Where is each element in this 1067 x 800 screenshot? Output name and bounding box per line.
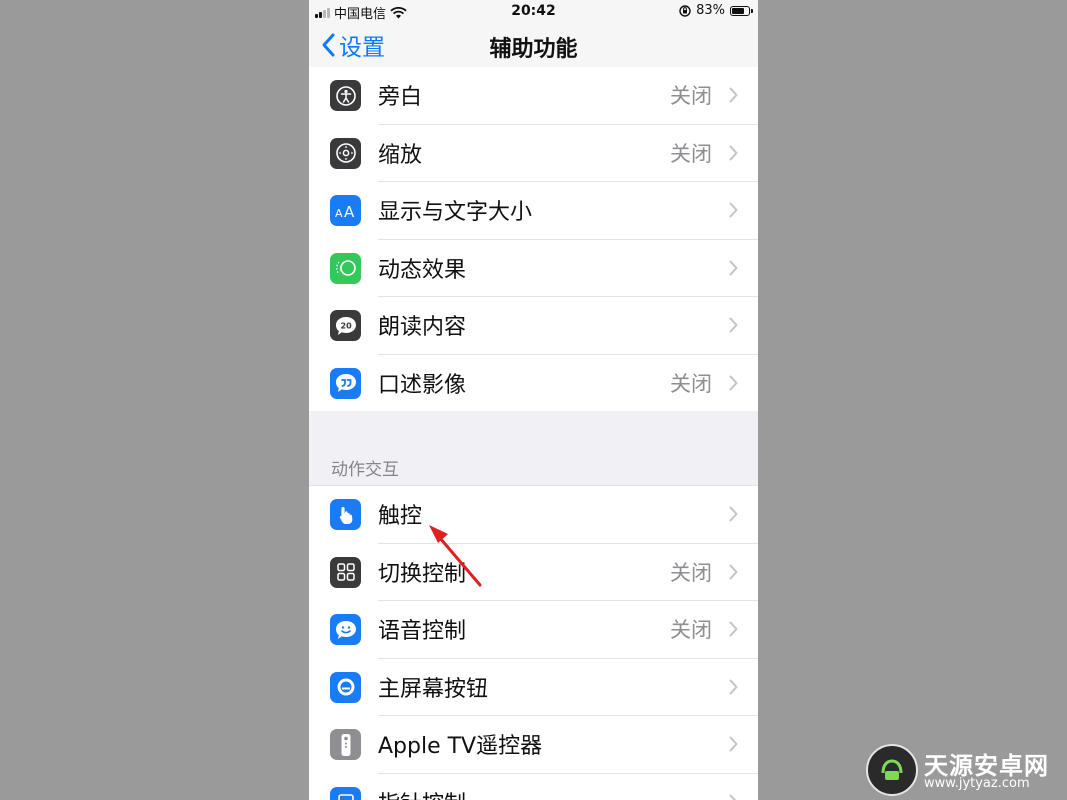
vision-group: 旁白 关闭 缩放 关闭 AA 显示与文字大小 动态效果 20 朗读内容 口述影像…	[309, 67, 758, 412]
chevron-right-icon	[729, 87, 738, 103]
status-right: 83%	[679, 3, 753, 18]
item-label: 语音控制	[378, 619, 467, 644]
list-item-touch[interactable]: 触控	[309, 486, 758, 544]
list-item-voiceover[interactable]: 旁白 关闭	[309, 67, 758, 125]
chevron-right-icon	[729, 679, 738, 694]
list-item-audio-descriptions[interactable]: 口述影像 关闭	[309, 355, 758, 413]
text-size-icon: AA	[330, 195, 361, 226]
item-label: 口述影像	[378, 372, 467, 398]
watermark-url: www.jytyaz.com	[924, 776, 1030, 791]
watermark-logo-icon	[866, 744, 918, 796]
zoom-icon	[330, 137, 361, 169]
item-value: 关闭	[670, 560, 712, 585]
svg-text:A: A	[344, 203, 355, 221]
item-value: 关闭	[670, 618, 712, 642]
remote-icon	[330, 729, 361, 760]
item-value: 关闭	[670, 141, 712, 166]
page-title: 辅助功能	[489, 37, 578, 62]
item-label: 动态效果	[378, 257, 467, 283]
chevron-right-icon	[729, 145, 738, 160]
item-label: 显示与文字大小	[378, 200, 533, 225]
item-value: 关闭	[670, 84, 712, 108]
list-item-voice-control[interactable]: 语音控制 关闭	[309, 601, 758, 659]
chevron-right-icon	[729, 621, 738, 637]
svg-text:20: 20	[340, 321, 352, 330]
phone-screen: 中国电信 20:42 83% 设置 辅助功能 旁白 关闭 缩放 关闭 A A 显…	[309, 0, 758, 800]
chevron-right-icon	[729, 317, 738, 333]
chevron-right-icon	[729, 202, 738, 218]
item-label: 指针控制	[378, 786, 466, 800]
item-value: 关闭	[670, 371, 712, 396]
voice-control-icon	[330, 614, 361, 645]
watermark: 天源安卓网 www.jytyaz.com	[866, 744, 1061, 796]
chevron-right-icon	[729, 375, 738, 390]
list-item-spoken-content[interactable]: 20 朗读内容	[309, 297, 758, 355]
chevron-right-icon	[729, 736, 738, 752]
motion-icon	[330, 252, 361, 284]
section-header: 动作交互	[331, 460, 399, 480]
list-item-zoom[interactable]: 缩放 关闭	[309, 125, 758, 182]
pointer-control-icon	[330, 786, 361, 800]
list-item-pointer-control[interactable]: 指针控制	[309, 774, 758, 800]
voiceover-icon	[330, 80, 361, 111]
item-label: Apple TV遥控器	[378, 734, 543, 759]
chevron-right-icon	[729, 506, 738, 522]
home-button-icon	[330, 671, 361, 703]
list-item-home-button[interactable]: 主屏幕按钮	[309, 659, 758, 716]
svg-text:A: A	[335, 207, 343, 220]
item-label: 触控	[378, 504, 423, 529]
item-label: 主屏幕按钮	[378, 676, 489, 702]
list-item-switch-control[interactable]: 切换控制 关闭	[309, 544, 758, 601]
chevron-right-icon	[729, 564, 738, 579]
battery-percent: 83%	[696, 3, 725, 18]
switch-control-icon	[330, 556, 361, 588]
item-label: 朗读内容	[378, 315, 467, 340]
chevron-right-icon	[729, 260, 738, 275]
item-label: 切换控制	[378, 561, 467, 587]
orientation-lock-icon	[679, 4, 691, 17]
audio-description-icon	[330, 367, 361, 399]
chevron-right-icon	[729, 794, 737, 800]
battery-icon	[730, 5, 753, 16]
spoken-content-icon: 20	[330, 310, 361, 341]
list-item-apple-tv-remote[interactable]: Apple TV遥控器	[309, 716, 758, 774]
navigation-bar: 设置 辅助功能	[309, 22, 758, 70]
item-label: 旁白	[378, 85, 423, 110]
touch-icon	[330, 499, 361, 530]
status-bar: 中国电信 20:42 83%	[309, 0, 758, 22]
list-item-motion[interactable]: 动态效果	[309, 240, 758, 297]
interaction-group: 触控 切换控制 关闭 语音控制 关闭 主屏幕按钮 Apple TV遥控器	[309, 485, 758, 800]
item-label: 缩放	[378, 142, 423, 168]
list-item-display-text-size[interactable]: AA 显示与文字大小	[309, 182, 758, 240]
